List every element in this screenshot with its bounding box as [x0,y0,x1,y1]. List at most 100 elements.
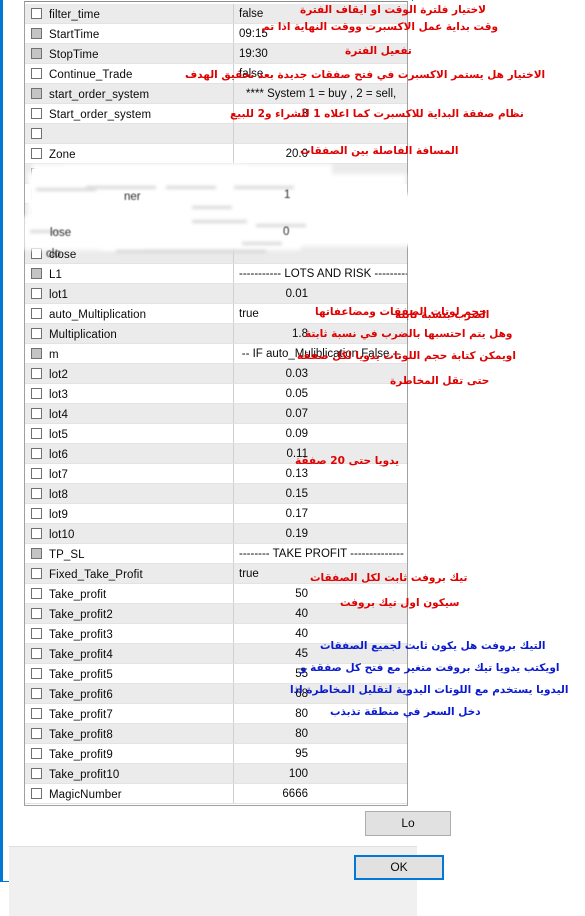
checkbox-icon[interactable] [31,588,42,599]
load-button[interactable]: Lo [365,811,451,836]
parameter-value-cell[interactable]: 0.15 [233,484,313,503]
ok-button[interactable]: OK [354,855,444,880]
table-row[interactable]: start_order_system **** System 1 = buy , … [25,84,407,104]
annotation-text: اويمكن كتابة حجم اللوتات يدويا لكل صفقة [297,350,516,362]
parameter-value-cell[interactable]: true [233,304,313,323]
table-row[interactable]: close 0 [25,224,407,244]
checkbox-icon[interactable] [31,508,42,519]
checkbox-icon[interactable] [31,628,42,639]
checkbox-icon[interactable] [31,128,42,139]
parameter-name-cell: Take_profit [25,584,233,603]
table-row[interactable]: lot3 0.05 [25,384,407,404]
table-row[interactable] [25,164,407,184]
checkbox-icon[interactable] [31,748,42,759]
checkbox-icon[interactable] [31,528,42,539]
checkbox-icon[interactable] [31,788,42,799]
parameter-value-cell[interactable]: 0.01 [233,284,313,303]
parameter-value-cell[interactable]: 0.09 [233,424,313,443]
parameter-value-cell[interactable]: 100 [233,764,313,783]
checkbox-icon[interactable] [31,48,42,59]
table-row[interactable]: Take_profit9 95 [25,744,407,764]
parameter-value-cell[interactable] [233,244,313,263]
checkbox-icon[interactable] [31,768,42,779]
checkbox-icon[interactable] [31,8,42,19]
parameter-value-cell[interactable]: 0 [233,224,313,243]
checkbox-icon[interactable] [31,208,42,219]
table-row[interactable]: lot8 0.15 [25,484,407,504]
parameter-value-cell[interactable]: 95 [233,744,313,763]
parameter-name-cell: MagicNumber [25,784,233,803]
checkbox-icon[interactable] [31,328,42,339]
table-row[interactable] [25,204,407,224]
parameter-value-cell[interactable]: 45 [233,644,313,663]
checkbox-icon[interactable] [31,88,42,99]
table-row[interactable]: lot9 0.17 [25,504,407,524]
parameter-name-cell: Fixed_Take_Profit [25,564,233,583]
checkbox-icon[interactable] [31,448,42,459]
parameter-value-cell[interactable] [233,204,313,223]
checkbox-icon[interactable] [31,548,42,559]
checkbox-icon[interactable] [31,308,42,319]
checkbox-icon[interactable] [31,568,42,579]
parameter-value-cell[interactable]: 40 [233,604,313,623]
table-row[interactable]: lot10 0.19 [25,524,407,544]
parameter-value-cell[interactable]: 0.05 [233,384,313,403]
checkbox-icon[interactable] [31,708,42,719]
table-row[interactable]: lot1 0.01 [25,284,407,304]
parameter-value-cell[interactable]: 0.17 [233,504,313,523]
checkbox-icon[interactable] [31,168,42,179]
parameter-value-cell[interactable]: 80 [233,704,313,723]
checkbox-icon[interactable] [31,388,42,399]
parameter-value-cell[interactable]: 50 [233,584,313,603]
checkbox-icon[interactable] [31,228,42,239]
parameter-value-cell[interactable]: true [233,564,313,583]
parameter-value-cell[interactable]: 0.19 [233,524,313,543]
table-row[interactable]: lot7 0.13 [25,464,407,484]
checkbox-icon[interactable] [31,28,42,39]
table-row[interactable]: MagicNumber 6666 [25,784,407,804]
parameter-value-cell[interactable]: 19:30 [233,44,313,63]
annotation-text: نظام صفقة البداية للاكسبرت كما اعلاه 1 ل… [230,108,524,120]
parameter-value-cell[interactable]: 6666 [233,784,313,803]
checkbox-icon[interactable] [31,668,42,679]
checkbox-icon[interactable] [31,468,42,479]
parameter-value-cell[interactable] [233,124,313,143]
checkbox-icon[interactable] [31,248,42,259]
checkbox-icon[interactable] [31,68,42,79]
table-row[interactable]: lot2 0.03 [25,364,407,384]
table-row[interactable]: 1 [25,184,407,204]
checkbox-icon[interactable] [31,108,42,119]
checkbox-icon[interactable] [31,348,42,359]
checkbox-icon[interactable] [31,648,42,659]
checkbox-icon[interactable] [31,268,42,279]
parameter-value-cell[interactable]: 80 [233,724,313,743]
checkbox-icon[interactable] [31,688,42,699]
table-row[interactable]: Take_profit10 100 [25,764,407,784]
parameter-value-cell[interactable]: 0.07 [233,404,313,423]
checkbox-icon[interactable] [31,428,42,439]
table-row[interactable]: Take_profit8 80 [25,724,407,744]
parameter-value-cell[interactable]: 1 [233,184,313,203]
parameter-value-cell[interactable]: 40 [233,624,313,643]
table-row[interactable]: lot5 0.09 [25,424,407,444]
table-row[interactable]: TP_SL -------- TAKE PROFIT -------------- [25,544,407,564]
table-row[interactable]: lot4 0.07 [25,404,407,424]
checkbox-icon[interactable] [31,288,42,299]
parameter-value-cell[interactable]: ----------- LOTS AND RISK ------------- [233,264,407,283]
checkbox-icon[interactable] [31,488,42,499]
parameter-value-cell[interactable]: **** System 1 = buy , 2 = sell, [233,84,407,103]
checkbox-icon[interactable] [31,148,42,159]
parameter-value-cell[interactable]: -------- TAKE PROFIT -------------- [233,544,407,563]
parameter-value-cell[interactable]: 0.03 [233,364,313,383]
table-row[interactable]: L1 ----------- LOTS AND RISK ------------… [25,264,407,284]
parameter-value-cell[interactable]: 1.8 [233,324,313,343]
checkbox-icon[interactable] [31,408,42,419]
checkbox-icon[interactable] [31,188,42,199]
checkbox-icon[interactable] [31,368,42,379]
checkbox-icon[interactable] [31,608,42,619]
parameter-name-cell: Take_profit4 [25,644,233,663]
parameter-value-cell[interactable] [233,164,313,183]
table-row[interactable] [25,124,407,144]
table-row[interactable]: close [25,244,407,264]
checkbox-icon[interactable] [31,728,42,739]
